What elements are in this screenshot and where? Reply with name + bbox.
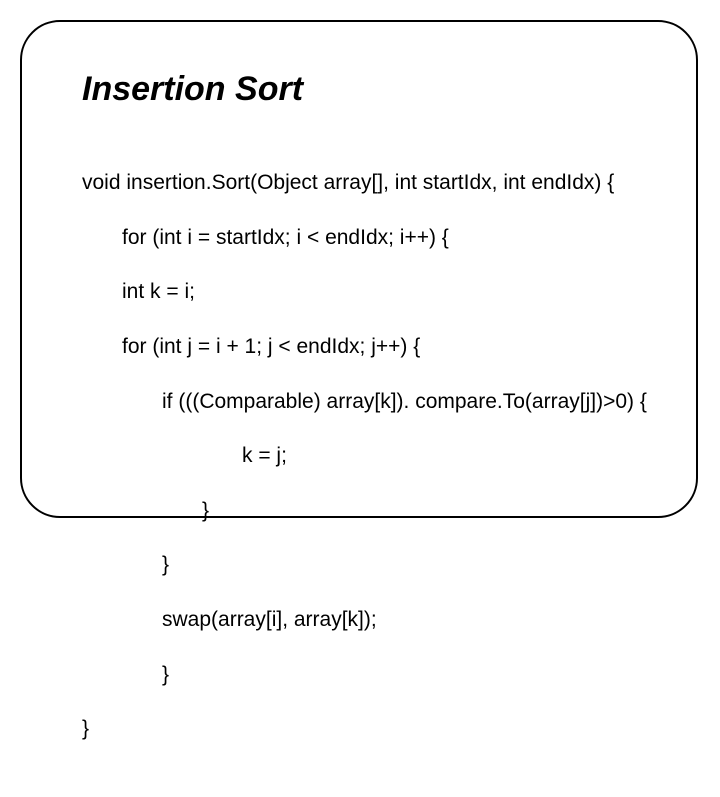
slide-frame: Insertion Sort void insertion.Sort(Objec… bbox=[20, 20, 698, 518]
code-line-8: } bbox=[162, 551, 647, 578]
slide-title: Insertion Sort bbox=[82, 70, 303, 109]
code-line-1: void insertion.Sort(Object array[], int … bbox=[82, 169, 647, 196]
code-block: void insertion.Sort(Object array[], int … bbox=[82, 142, 647, 797]
code-line-9: swap(array[i], array[k]); bbox=[162, 606, 647, 633]
code-line-5: if (((Comparable) array[k]). compare.To(… bbox=[162, 388, 647, 415]
code-line-3: int k = i; bbox=[122, 278, 647, 305]
code-line-11: } bbox=[82, 715, 647, 742]
code-line-6: k = j; bbox=[242, 442, 647, 469]
code-line-7: } bbox=[202, 497, 647, 524]
code-line-2: for (int i = startIdx; i < endIdx; i++) … bbox=[122, 224, 647, 251]
code-line-10: } bbox=[162, 661, 647, 688]
code-line-4: for (int j = i + 1; j < endIdx; j++) { bbox=[122, 333, 647, 360]
